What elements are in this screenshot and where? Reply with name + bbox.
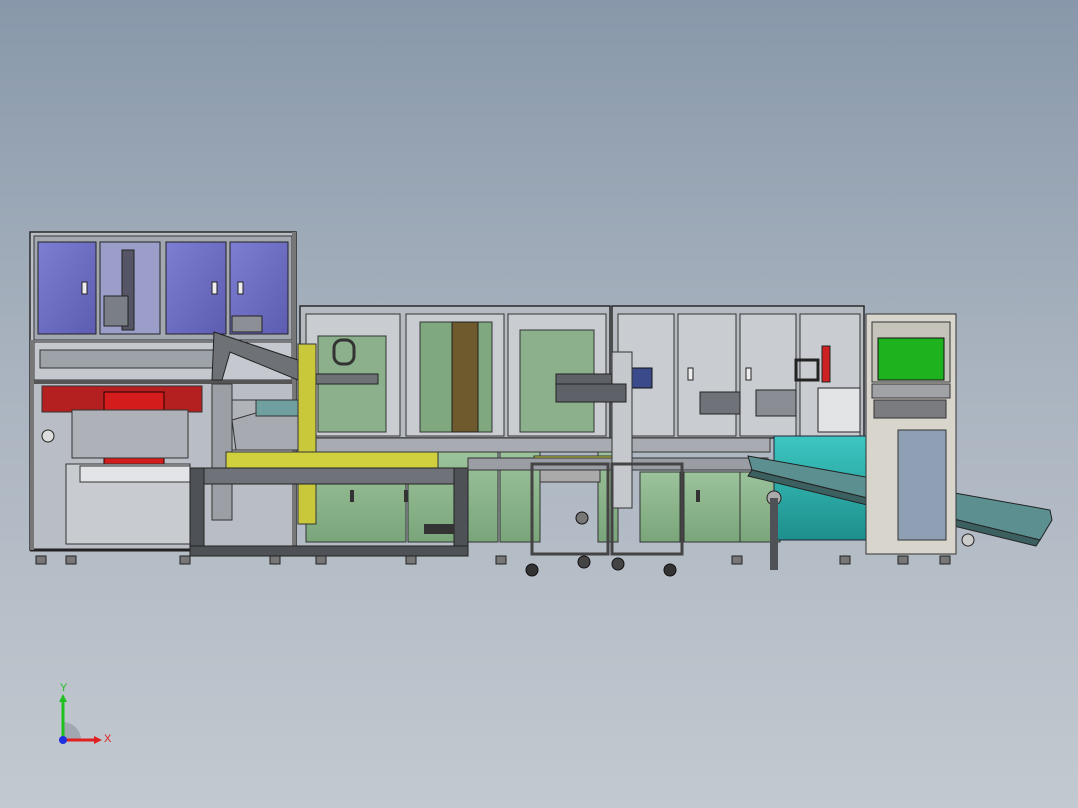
control-tower	[865, 313, 957, 555]
left-enclosure	[29, 231, 297, 552]
middle-enclosure	[299, 305, 619, 439]
x-axis-label: X	[104, 733, 112, 745]
coordinate-triad: Y X	[52, 682, 122, 754]
control-screen	[877, 337, 945, 381]
right-enclosure	[611, 305, 865, 439]
cad-viewport[interactable]: Y X	[0, 0, 1078, 808]
leveling-feet	[35, 555, 951, 565]
coordinate-triad-icon	[59, 694, 102, 744]
y-axis-label: Y	[60, 682, 68, 694]
machine-assembly-model[interactable]	[0, 0, 1078, 808]
